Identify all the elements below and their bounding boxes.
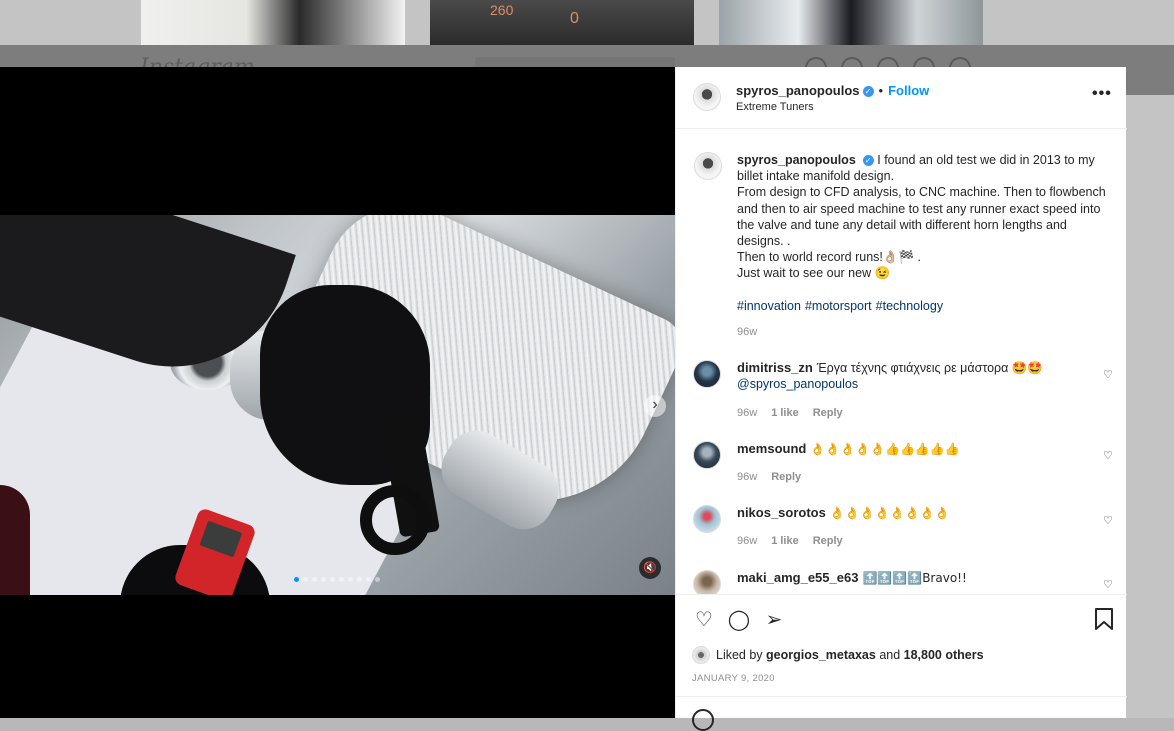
- separator: •: [878, 83, 884, 98]
- post-location[interactable]: Extreme Tuners: [736, 101, 814, 113]
- like-icon[interactable]: ♡: [692, 608, 716, 632]
- post-media: › 🔇: [0, 67, 675, 718]
- post-modal: › 🔇 spyros_panopoulos✓•Follow Extreme: [0, 67, 1127, 731]
- slide-dot: [348, 577, 353, 582]
- commenter-username[interactable]: nikos_sorotos: [737, 505, 826, 520]
- commenter-avatar[interactable]: [693, 570, 721, 594]
- comment-icon[interactable]: ◯: [727, 608, 751, 632]
- bookmark-icon: [1095, 608, 1113, 630]
- liker-avatar[interactable]: [692, 646, 710, 664]
- author-avatar[interactable]: [693, 83, 721, 111]
- save-icon[interactable]: [1092, 608, 1116, 632]
- likes-joiner: and: [879, 648, 901, 662]
- comment-like-icon[interactable]: ♡: [1103, 580, 1114, 591]
- meter-screen: [199, 520, 243, 558]
- comment-text: 👌👌👌👌👌👌👌👌: [829, 506, 950, 520]
- post-date[interactable]: JANUARY 9, 2020: [692, 673, 775, 684]
- thumbnail-speedometer-text: 260: [490, 2, 514, 18]
- add-comment-bar: [676, 696, 1127, 731]
- follow-button[interactable]: Follow: [888, 83, 929, 98]
- slide-dot: [357, 577, 362, 582]
- airspeed-probe-ring: [360, 485, 430, 555]
- background-thumbnail-3[interactable]: [719, 0, 983, 45]
- post-sidebar: spyros_panopoulos ✓ • Follow Extreme Tuners…: [675, 67, 1127, 731]
- mention-link[interactable]: @spyros_panopoulos: [737, 377, 858, 391]
- post-video[interactable]: › 🔇: [0, 215, 675, 595]
- likes-others[interactable]: 18,800 others: [904, 648, 984, 662]
- hashtags: #innovation #motorsport #technology: [737, 299, 947, 313]
- reply-button[interactable]: Reply: [813, 407, 843, 419]
- comment-meta: 96w 1 like Reply: [737, 407, 843, 419]
- caption-age[interactable]: 96w: [737, 326, 757, 338]
- slide-dot: [312, 577, 317, 582]
- mute-icon[interactable]: 🔇: [639, 557, 661, 579]
- comments-list[interactable]: spyros_panopoulos ✓ I found an old test w…: [676, 130, 1127, 594]
- verified-icon: ✓: [862, 86, 874, 97]
- comment-age[interactable]: 96w: [737, 535, 757, 547]
- post-actions: ♡ ◯ ➢ Liked by georgios_metaxas and 18,8…: [676, 594, 1127, 696]
- comment-meta: 96w 1 like Reply: [737, 535, 843, 547]
- comment-like-icon[interactable]: ♡: [1103, 451, 1114, 462]
- comment-text: 👌👌👌👌👌👍👍👍👍👍: [810, 442, 960, 456]
- background-thumbnail-2[interactable]: 260 0: [430, 0, 694, 45]
- comment-text: Έργα τέχνης φτιάχνεις ρε μάστορα 🤩🤩: [816, 361, 1043, 375]
- verified-icon: ✓: [862, 155, 874, 166]
- comment-age[interactable]: 96w: [737, 471, 757, 483]
- hashtag-link[interactable]: #motorsport: [805, 299, 872, 313]
- commenter-username[interactable]: maki_amg_e55_e63: [737, 570, 858, 585]
- slide-dot: [294, 577, 299, 582]
- comment-age[interactable]: 96w: [737, 407, 757, 419]
- caption-line: Just wait to see our new 😉: [737, 266, 891, 281]
- share-icon[interactable]: ➢: [762, 608, 786, 632]
- reply-button[interactable]: Reply: [771, 471, 801, 483]
- commenter-avatar[interactable]: [693, 505, 721, 533]
- emoji-icon[interactable]: [692, 709, 714, 731]
- comment-likes[interactable]: 1 like: [771, 407, 799, 419]
- next-slide-button[interactable]: ›: [644, 395, 666, 417]
- likes-summary: Liked by georgios_metaxas and 18,800 oth…: [692, 646, 984, 664]
- author-line: spyros_panopoulos ✓ • Follow: [736, 83, 929, 98]
- comment-body: memsound 👌👌👌👌👌👍👍👍👍👍: [737, 441, 1077, 457]
- author-username[interactable]: spyros_panopoulos: [736, 83, 860, 98]
- caption: spyros_panopoulos ✓ I found an old test w…: [737, 152, 1113, 314]
- caption-line: From design to CFD analysis, to CNC mach…: [737, 185, 1106, 249]
- more-dots-icon[interactable]: •••: [1092, 85, 1112, 103]
- commenter-avatar[interactable]: [693, 360, 721, 388]
- comment-body: maki_amg_e55_e63 🔝🔝🔝🔝Bravo!!: [737, 570, 1077, 586]
- hashtag-link[interactable]: #innovation: [737, 299, 801, 313]
- comment-like-icon[interactable]: ♡: [1103, 516, 1114, 527]
- sleeve: [0, 485, 30, 595]
- comment-body: dimitriss_zn Έργα τέχνης φτιάχνεις ρε μάσ…: [737, 360, 1077, 392]
- hashtag-link[interactable]: #technology: [876, 299, 943, 313]
- commenter-avatar[interactable]: [693, 441, 721, 469]
- thumbnail-speedometer-text: 0: [570, 10, 579, 27]
- caption-avatar[interactable]: [694, 152, 722, 180]
- slide-dot: [339, 577, 344, 582]
- comment-text: 🔝🔝🔝🔝Bravo!!: [862, 571, 967, 585]
- slide-dot: [321, 577, 326, 582]
- comment-like-icon[interactable]: ♡: [1103, 370, 1114, 381]
- commenter-username[interactable]: memsound: [737, 441, 806, 456]
- slide-indicator: [294, 577, 380, 582]
- commenter-username[interactable]: dimitriss_zn: [737, 360, 813, 375]
- slide-dot: [375, 577, 380, 582]
- caption-line: Then to world record runs!👌🏼🏁 .: [737, 250, 921, 265]
- post-header: spyros_panopoulos ✓ • Follow Extreme Tuners…: [676, 67, 1127, 129]
- slide-dot: [303, 577, 308, 582]
- liker-username[interactable]: georgios_metaxas: [766, 648, 876, 662]
- comment-likes[interactable]: 1 like: [771, 535, 799, 547]
- slide-dot: [366, 577, 371, 582]
- likes-prefix: Liked by: [716, 648, 763, 662]
- reply-button[interactable]: Reply: [813, 535, 843, 547]
- slide-dot: [330, 577, 335, 582]
- background-thumbnail-1[interactable]: [141, 0, 405, 45]
- comment-meta: 96w Reply: [737, 471, 801, 483]
- comment-body: nikos_sorotos 👌👌👌👌👌👌👌👌: [737, 505, 1077, 521]
- caption-username[interactable]: spyros_panopoulos: [737, 153, 856, 167]
